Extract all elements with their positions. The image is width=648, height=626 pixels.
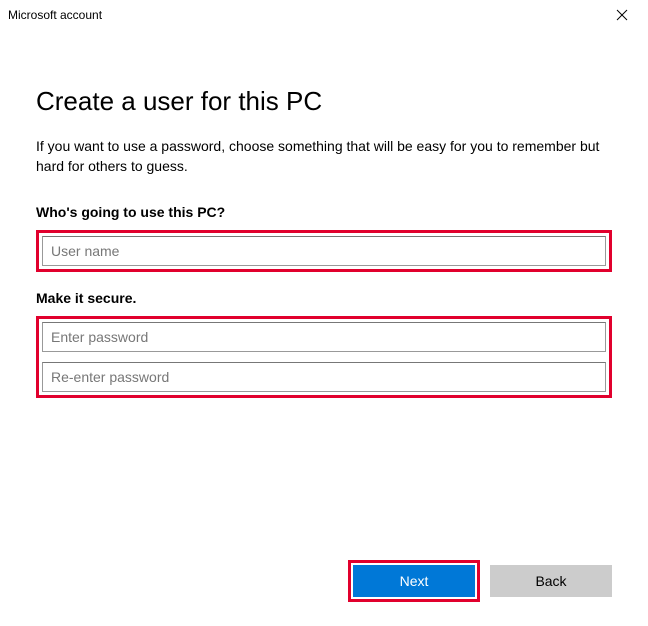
- window-title: Microsoft account: [8, 8, 102, 22]
- password-highlight: [36, 316, 612, 398]
- button-row: Next Back: [348, 560, 612, 602]
- username-highlight: [36, 230, 612, 272]
- next-button-highlight: Next: [348, 560, 480, 602]
- back-button[interactable]: Back: [490, 565, 612, 597]
- confirm-password-input[interactable]: [42, 362, 606, 392]
- next-button[interactable]: Next: [353, 565, 475, 597]
- page-description: If you want to use a password, choose so…: [36, 137, 612, 176]
- content-area: Create a user for this PC If you want to…: [0, 30, 648, 398]
- password-input[interactable]: [42, 322, 606, 352]
- titlebar: Microsoft account: [0, 0, 648, 30]
- page-title: Create a user for this PC: [36, 86, 612, 117]
- username-section-label: Who's going to use this PC?: [36, 204, 612, 220]
- password-section-label: Make it secure.: [36, 290, 612, 306]
- username-input[interactable]: [42, 236, 606, 266]
- close-icon[interactable]: [608, 5, 636, 25]
